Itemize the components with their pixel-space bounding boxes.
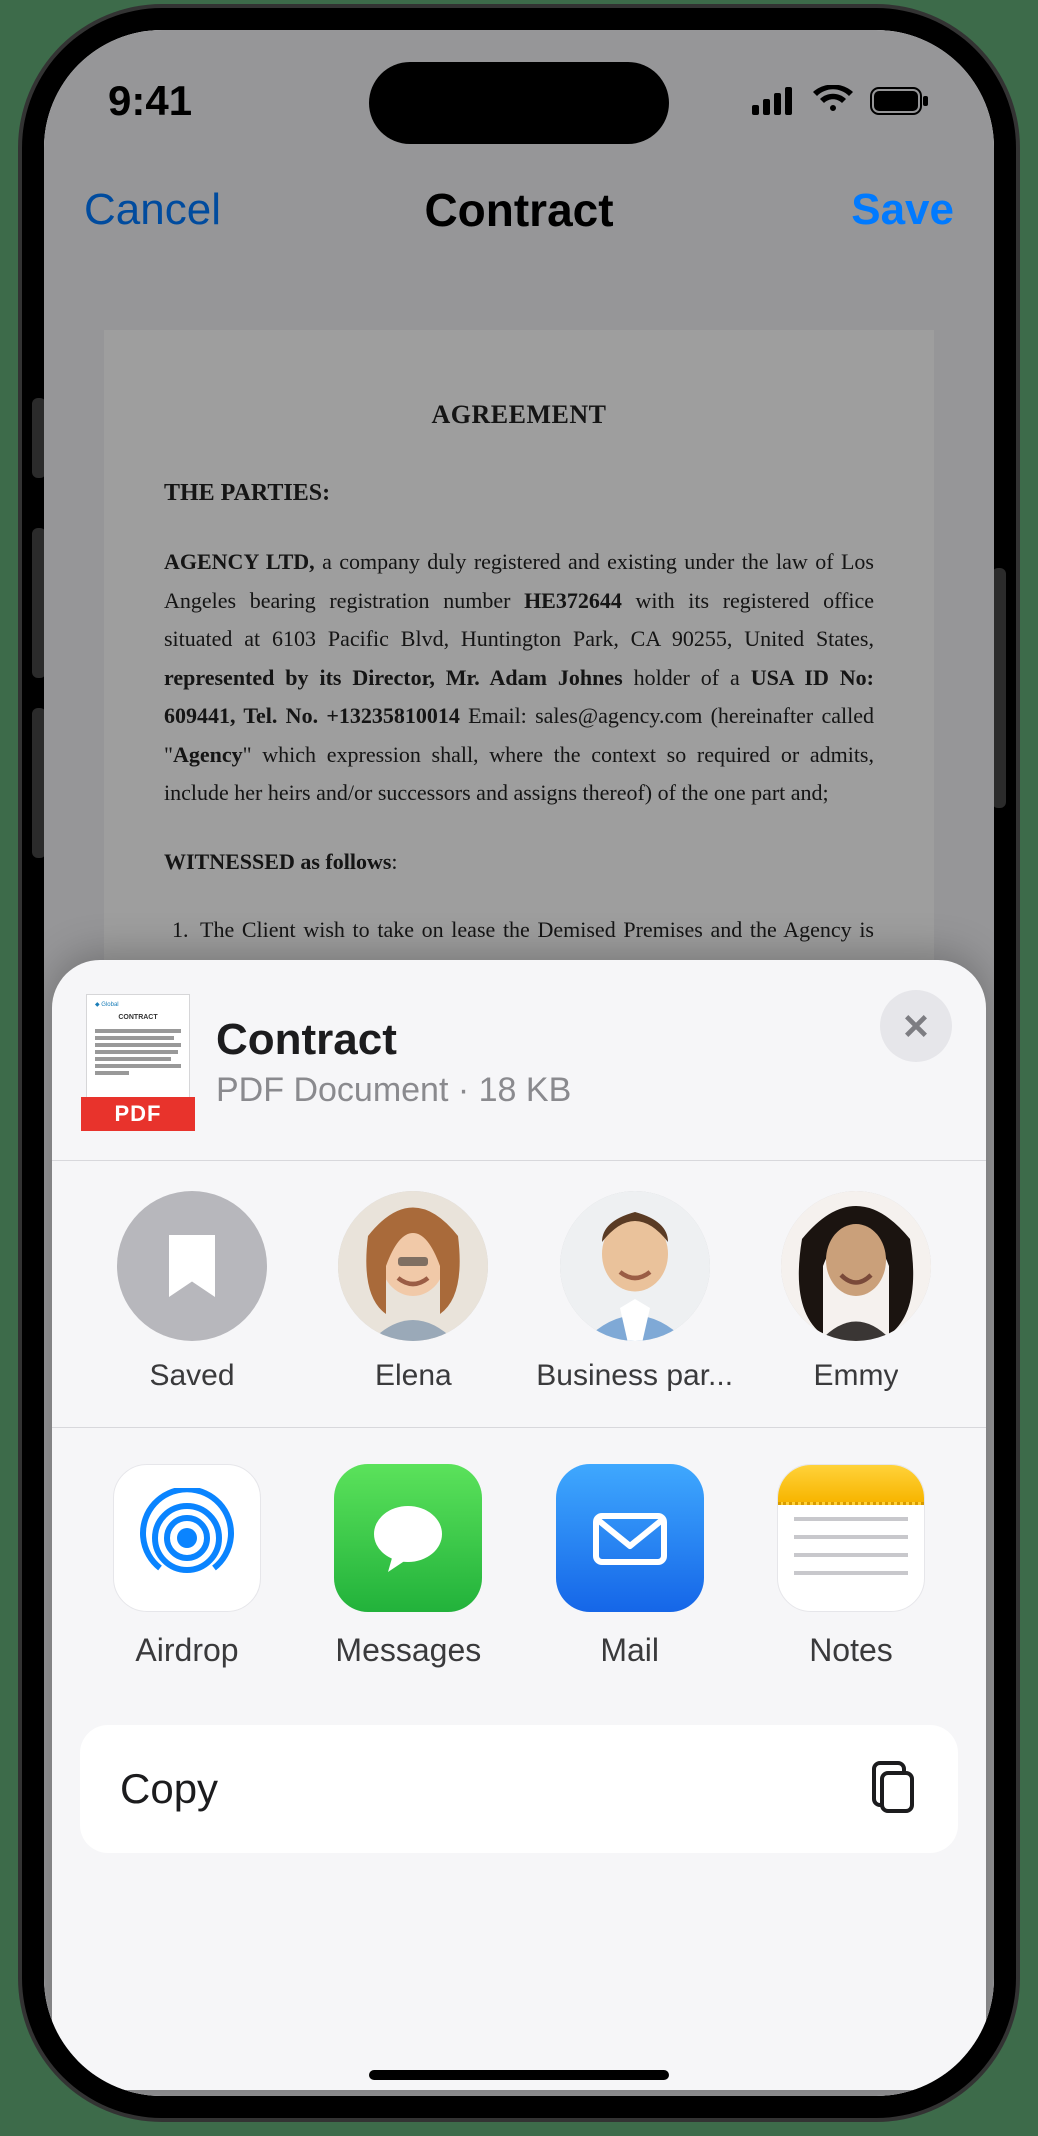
dynamic-island [369, 62, 669, 144]
screen: 9:41 Cancel Contract Save [44, 30, 994, 2096]
app-mail[interactable]: Mail [535, 1464, 725, 1669]
contact-label: Business par... [536, 1359, 733, 1393]
share-doc-subtitle: PDF Document · 18 KB [216, 1071, 571, 1110]
contact-elena[interactable]: Elena [313, 1191, 513, 1393]
contact-label: Saved [149, 1359, 234, 1393]
bookmark-icon [169, 1235, 215, 1297]
contact-business-partner[interactable]: Business par... [535, 1191, 735, 1393]
mail-icon [580, 1488, 680, 1588]
copy-icon [868, 1759, 918, 1820]
action-label: Copy [120, 1765, 218, 1813]
share-sheet: ◆ Global CONTRACT PDF Contract PDF Docum… [52, 960, 986, 2090]
phone-frame: 9:41 Cancel Contract Save [22, 8, 1016, 2118]
close-button[interactable] [880, 990, 952, 1062]
share-sheet-header: ◆ Global CONTRACT PDF Contract PDF Docum… [52, 960, 986, 1160]
home-indicator[interactable] [369, 2070, 669, 2080]
messages-icon [358, 1488, 458, 1588]
app-label: Notes [809, 1632, 893, 1669]
app-messages[interactable]: Messages [313, 1464, 503, 1669]
app-label: Mail [600, 1632, 659, 1669]
contacts-row[interactable]: Saved Elena [52, 1161, 986, 1427]
close-icon [902, 1012, 930, 1040]
app-label: Messages [335, 1632, 481, 1669]
avatar [338, 1191, 488, 1341]
apps-row[interactable]: Airdrop Messages [52, 1428, 986, 1709]
power-button [992, 568, 1006, 808]
contact-saved[interactable]: Saved [92, 1191, 292, 1393]
contact-emmy[interactable]: Emmy [756, 1191, 956, 1393]
app-label: Airdrop [135, 1632, 238, 1669]
save-button[interactable]: Save [851, 185, 954, 235]
avatar [781, 1191, 931, 1341]
contact-label: Emmy [813, 1359, 898, 1393]
document-thumbnail[interactable]: ◆ Global CONTRACT PDF [86, 994, 190, 1130]
action-copy[interactable]: Copy [80, 1725, 958, 1853]
avatar [560, 1191, 710, 1341]
app-airdrop[interactable]: Airdrop [92, 1464, 282, 1669]
action-list: Copy [52, 1709, 986, 1853]
airdrop-icon [137, 1488, 237, 1588]
app-notes[interactable]: Notes [756, 1464, 946, 1669]
pdf-badge: PDF [81, 1097, 195, 1131]
contact-label: Elena [375, 1359, 452, 1393]
share-doc-title: Contract [216, 1015, 571, 1065]
